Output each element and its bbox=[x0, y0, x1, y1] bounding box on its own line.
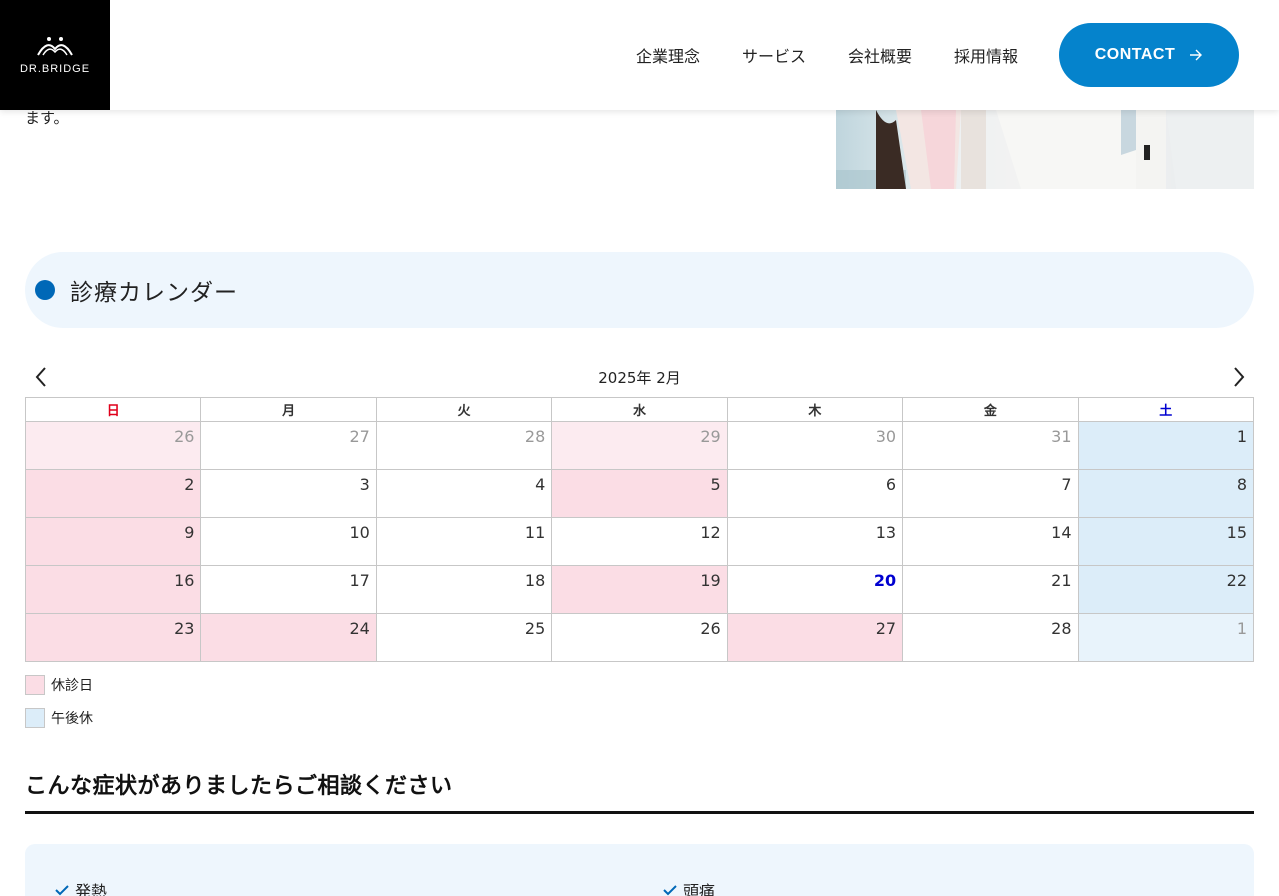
calendar-day-cell[interactable]: 10 bbox=[200, 517, 377, 566]
calendar-day-cell[interactable]: 2 bbox=[24, 469, 202, 518]
chevron-right-icon bbox=[1234, 367, 1245, 387]
calendar-day-cell[interactable]: 8 bbox=[1077, 469, 1255, 518]
main-nav: 企業理念 サービス 会社概要 採用情報 bbox=[636, 0, 1018, 110]
weekday-header: 土 bbox=[1077, 397, 1255, 422]
check-icon bbox=[55, 885, 69, 896]
calendar-week-row: 23 24 25 26 27 28 1 bbox=[24, 613, 1255, 662]
calendar-month-title: 2025年 2月 bbox=[598, 369, 681, 387]
legend-item-closed: 休診日 bbox=[25, 675, 93, 695]
nav-item-philosophy[interactable]: 企業理念 bbox=[636, 43, 700, 67]
nav-item-company[interactable]: 会社概要 bbox=[848, 43, 912, 67]
calendar-day-cell[interactable]: 29 bbox=[551, 421, 728, 470]
calendar-day-cell[interactable]: 30 bbox=[726, 421, 904, 470]
calendar-day-cell[interactable]: 11 bbox=[375, 517, 553, 566]
symptom-item: 発熱 bbox=[55, 878, 107, 896]
doctor-logo-icon bbox=[37, 37, 73, 56]
site-logo[interactable]: DR.BRIDGE bbox=[0, 0, 110, 110]
symptom-label: 発熱 bbox=[75, 882, 108, 896]
calendar-day-cell[interactable]: 21 bbox=[902, 565, 1079, 614]
calendar-week-row: 2345678 bbox=[24, 469, 1255, 518]
symptom-item: 頭痛 bbox=[663, 878, 715, 896]
calendar-day-cell[interactable]: 1 bbox=[1077, 421, 1255, 470]
calendar-day-cell[interactable]: 1 bbox=[1077, 613, 1255, 662]
calendar-day-cell[interactable]: 13 bbox=[726, 517, 904, 566]
heading-dot bbox=[35, 280, 55, 300]
calendar-day-cell[interactable]: 27 bbox=[200, 421, 377, 470]
weekday-header: 火 bbox=[375, 397, 553, 422]
contact-label: CONTACT bbox=[1094, 46, 1176, 63]
weekday-header: 月 bbox=[200, 397, 377, 422]
site-header: DR.BRIDGE 企業理念 サービス 会社概要 採用情報 CONTACT bbox=[0, 0, 1279, 110]
intro-text: ます。 bbox=[25, 109, 69, 127]
calendar-day-cell[interactable]: 23 bbox=[24, 613, 202, 662]
calendar-day-cell[interactable]: 22 bbox=[1077, 565, 1255, 614]
calendar-day-cell[interactable]: 4 bbox=[375, 469, 553, 518]
contact-button[interactable]: CONTACT bbox=[1059, 23, 1239, 87]
calendar-week-row: 26 27 28 29 30 31 1 bbox=[24, 421, 1255, 470]
weekday-header: 日 bbox=[24, 397, 202, 422]
symptoms-title: こんな症状がありましたらご相談ください bbox=[25, 774, 453, 799]
weekday-header: 金 bbox=[902, 397, 1079, 422]
calendar-day-cell[interactable]: 24 bbox=[200, 613, 377, 662]
divider bbox=[25, 811, 1254, 814]
check-icon bbox=[663, 885, 677, 896]
calendar-day-cell[interactable]: 12 bbox=[551, 517, 728, 566]
calendar-day-cell[interactable]: 26 bbox=[24, 421, 202, 470]
calendar-day-cell[interactable]: 16 bbox=[24, 565, 202, 614]
calendar-day-cell[interactable]: 26 bbox=[551, 613, 728, 662]
calendar-week-row: 16 17 18 19 20 21 22 bbox=[24, 565, 1255, 614]
legend-swatch-afternoon bbox=[25, 708, 45, 728]
calendar-day-cell[interactable]: 28 bbox=[375, 421, 553, 470]
nav-item-services[interactable]: サービス bbox=[742, 43, 806, 67]
section-heading: 診療カレンダー bbox=[25, 252, 1254, 328]
calendar-day-cell[interactable]: 28 bbox=[902, 613, 1079, 662]
calendar-day-cell[interactable]: 27 bbox=[726, 613, 904, 662]
hero-image bbox=[836, 110, 1254, 189]
calendar-day-cell[interactable]: 31 bbox=[902, 421, 1079, 470]
symptom-label: 頭痛 bbox=[683, 882, 716, 896]
weekday-header: 水 bbox=[551, 397, 728, 422]
calendar-day-cell[interactable]: 20 bbox=[726, 565, 904, 614]
calendar-legend: 休診日 午後休 bbox=[25, 675, 93, 741]
calendar-table: 日 月 火 水 木 金 土 26 27 28 29 30 31 1 2 3 4 5 6 7 8 9 10 11 1… bbox=[24, 397, 1255, 662]
calendar-day-cell[interactable]: 9 bbox=[24, 517, 202, 566]
calendar-day-cell[interactable]: 6 bbox=[726, 469, 904, 518]
arrow-right-icon bbox=[1190, 49, 1203, 61]
weekday-header-row: 日 月 火 水 木 金 土 bbox=[24, 397, 1255, 422]
next-month-button[interactable] bbox=[1226, 364, 1252, 390]
calendar-day-cell[interactable]: 18 bbox=[375, 565, 553, 614]
symptoms-box: 発熱 頭痛 bbox=[25, 844, 1254, 896]
calendar-nav: 2025年 2月 bbox=[25, 362, 1254, 392]
calendar-day-cell[interactable]: 15 bbox=[1077, 517, 1255, 566]
logo-text: DR.BRIDGE bbox=[19, 63, 91, 75]
calendar-day-cell[interactable]: 14 bbox=[902, 517, 1079, 566]
calendar-day-cell[interactable]: 3 bbox=[200, 469, 377, 518]
calendar-day-cell[interactable]: 7 bbox=[902, 469, 1079, 518]
section-title: 診療カレンダー bbox=[70, 280, 238, 306]
legend-label: 休診日 bbox=[51, 678, 93, 694]
legend-item-afternoon: 午後休 bbox=[25, 708, 93, 728]
calendar-day-cell[interactable]: 17 bbox=[200, 565, 377, 614]
calendar-day-cell[interactable]: 25 bbox=[375, 613, 553, 662]
nav-item-recruit[interactable]: 採用情報 bbox=[954, 43, 1018, 67]
weekday-header: 木 bbox=[726, 397, 904, 422]
legend-label: 午後休 bbox=[51, 711, 93, 727]
calendar-week-row: 9 10 11 12 13 14 15 bbox=[24, 517, 1255, 566]
calendar-day-cell[interactable]: 19 bbox=[551, 565, 728, 614]
legend-swatch-closed bbox=[25, 675, 45, 695]
calendar-day-cell[interactable]: 5 bbox=[551, 469, 728, 518]
